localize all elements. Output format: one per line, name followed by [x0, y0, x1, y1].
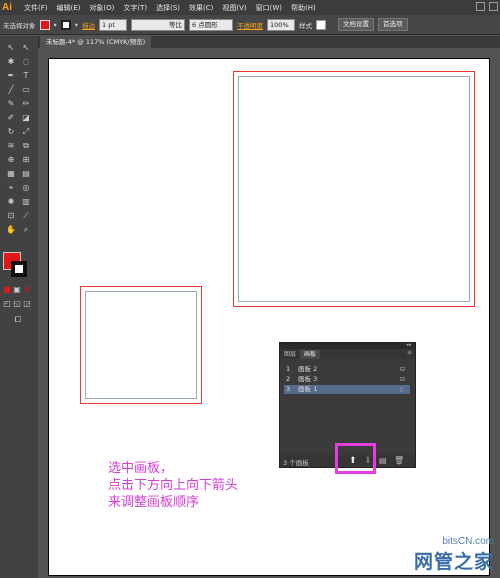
artboard-large-margin [238, 76, 470, 302]
fill-color-swatch[interactable] [39, 19, 50, 30]
gradient-tool-icon[interactable]: ▤ [19, 168, 33, 180]
blob-brush-tool-icon[interactable]: ✐ [4, 112, 18, 124]
artboard-row[interactable]: 1 画板 2 ⊟ [284, 365, 410, 374]
artboard-options-icon[interactable]: ⊟ [400, 365, 410, 374]
free-transform-tool-icon[interactable]: ⧉ [19, 140, 33, 152]
collapse-icon[interactable]: ◂◂ [406, 342, 411, 348]
chevron-down-icon[interactable]: ▾ [54, 21, 57, 29]
tab-artboards[interactable]: 画板 [300, 350, 321, 359]
artboard-tool-icon[interactable]: ⊡ [4, 210, 18, 222]
zoom-tool-icon[interactable]: ⌕ [19, 224, 33, 236]
brush-select[interactable]: 6 点圆形 [189, 18, 234, 31]
preferences-button[interactable]: 首选项 [378, 18, 408, 31]
panel-tabs: 图层 画板 ≡ [280, 349, 415, 359]
width-tool-icon[interactable]: ≋ [4, 140, 18, 152]
watermark-brand: 网管之家 [413, 551, 494, 573]
app-logo: Ai [2, 2, 12, 13]
bridge-icon[interactable] [476, 2, 485, 11]
panel-menu-icon[interactable]: ≡ [407, 349, 412, 356]
document-tab-bar: 未标题-4* @ 117% (CMYK/预览) [38, 36, 500, 48]
rectangle-tool-icon[interactable]: ▭ [19, 84, 33, 96]
chevron-down-icon[interactable]: ▾ [75, 21, 78, 29]
selection-status: 未选择对象 [3, 21, 36, 30]
pencil-tool-icon[interactable]: ✏ [19, 98, 33, 110]
menu-help[interactable]: 帮助(H) [291, 3, 316, 13]
control-bar: 未选择对象 ▾ ▾ 描边 1 pt 等比 6 点圆形 不透明度 100% 样式 … [0, 15, 500, 35]
draw-normal-icon[interactable]: ◰ [2, 298, 12, 310]
stroke-color-swatch[interactable] [60, 19, 71, 30]
eraser-tool-icon[interactable]: ◪ [19, 112, 33, 124]
menu-file[interactable]: 文件(F) [24, 3, 48, 13]
artboard-small-margin [85, 291, 197, 399]
selection-tool-icon[interactable]: ↖ [4, 42, 18, 54]
menu-view[interactable]: 视图(V) [222, 3, 246, 13]
lasso-tool-icon[interactable]: ◌ [19, 56, 33, 68]
eyedropper-tool-icon[interactable]: ⌖ [4, 182, 18, 194]
pen-tool-icon[interactable]: ✒ [4, 70, 18, 82]
menu-select[interactable]: 选择(S) [156, 3, 180, 13]
blend-tool-icon[interactable]: ◎ [19, 182, 33, 194]
watermark-url: bitsCN.com [442, 536, 494, 547]
new-artboard-icon[interactable]: ▤ [379, 456, 387, 465]
draw-inside-icon[interactable]: ◲ [22, 298, 32, 310]
paintbrush-tool-icon[interactable]: ✎ [4, 98, 18, 110]
stroke-weight-field[interactable]: 1 pt [99, 18, 128, 31]
line-tool-icon[interactable]: ╱ [4, 84, 18, 96]
menu-bar: Ai 文件(F) 编辑(E) 对象(O) 文字(T) 选择(S) 效果(C) 视… [0, 0, 500, 15]
type-tool-icon[interactable]: T [19, 70, 33, 82]
stroke-swatch[interactable] [11, 261, 27, 277]
magic-wand-tool-icon[interactable]: ✱ [4, 56, 18, 68]
scale-tool-icon[interactable]: ⤢ [19, 126, 33, 138]
artboard-row-selected[interactable]: 3 画板 1 ▯ [284, 385, 410, 394]
document-tab[interactable]: 未标题-4* @ 117% (CMYK/预览) [40, 36, 152, 48]
document-setup-button[interactable]: 文档设置 [338, 18, 375, 31]
stroke-label[interactable]: 描边 [82, 20, 95, 30]
menu-type[interactable]: 文字(T) [123, 3, 147, 13]
annotation-text: 选中画板， 点击下方向上向下箭头 来调整画板顺序 [108, 461, 239, 510]
column-graph-tool-icon[interactable]: ▥ [19, 196, 33, 208]
color-mode-icon[interactable]: ■ [2, 284, 12, 296]
tab-layers[interactable]: 图层 [280, 350, 300, 359]
highlight-box [335, 443, 376, 474]
menu-object[interactable]: 对象(O) [89, 3, 114, 13]
shape-builder-tool-icon[interactable]: ⊕ [4, 154, 18, 166]
artboard-row[interactable]: 2 画板 3 ⊟ [284, 375, 410, 384]
toolbox: ↖ ↖ ✱ ◌ ✒ T ╱ ▭ ✎ ✏ ✐ ◪ ↻ ⤢ ≋ ⧉ ⊕ ⊞ ▦ ▤ … [0, 36, 39, 578]
gradient-mode-icon[interactable]: ▣ [12, 284, 22, 296]
artboard-options-icon[interactable]: ⊟ [400, 375, 410, 384]
hand-tool-icon[interactable]: ✋ [4, 224, 18, 236]
watermark: bitsCN.com 网管之家 [414, 536, 494, 574]
symbol-sprayer-tool-icon[interactable]: ✺ [4, 196, 18, 208]
artboard-count: 3 个画板 [283, 459, 309, 467]
perspective-grid-tool-icon[interactable]: ⊞ [19, 154, 33, 166]
rotate-tool-icon[interactable]: ↻ [4, 126, 18, 138]
stroke-profile-select[interactable]: 等比 [131, 18, 186, 31]
menu-effect[interactable]: 效果(C) [189, 3, 213, 13]
none-mode-icon[interactable]: ⊘ [22, 284, 32, 296]
mesh-tool-icon[interactable]: ▦ [4, 168, 18, 180]
arrange-documents-icon[interactable] [489, 2, 498, 11]
slice-tool-icon[interactable]: ⟋ [19, 210, 33, 222]
draw-behind-icon[interactable]: ◱ [12, 298, 22, 310]
menu-window[interactable]: 窗口(W) [256, 3, 282, 13]
menu-edit[interactable]: 编辑(E) [57, 3, 81, 13]
screen-mode-icon[interactable]: ⧠ [11, 314, 25, 326]
opacity-label[interactable]: 不透明度 [237, 20, 263, 30]
delete-artboard-icon[interactable]: 🗑 [394, 456, 404, 465]
direct-selection-tool-icon[interactable]: ↖ [19, 42, 33, 54]
graphic-style-swatch[interactable] [316, 19, 327, 30]
opacity-field[interactable]: 100% [267, 18, 296, 31]
artboard-options-icon[interactable]: ▯ [400, 385, 410, 394]
style-label: 样式 [299, 21, 313, 30]
